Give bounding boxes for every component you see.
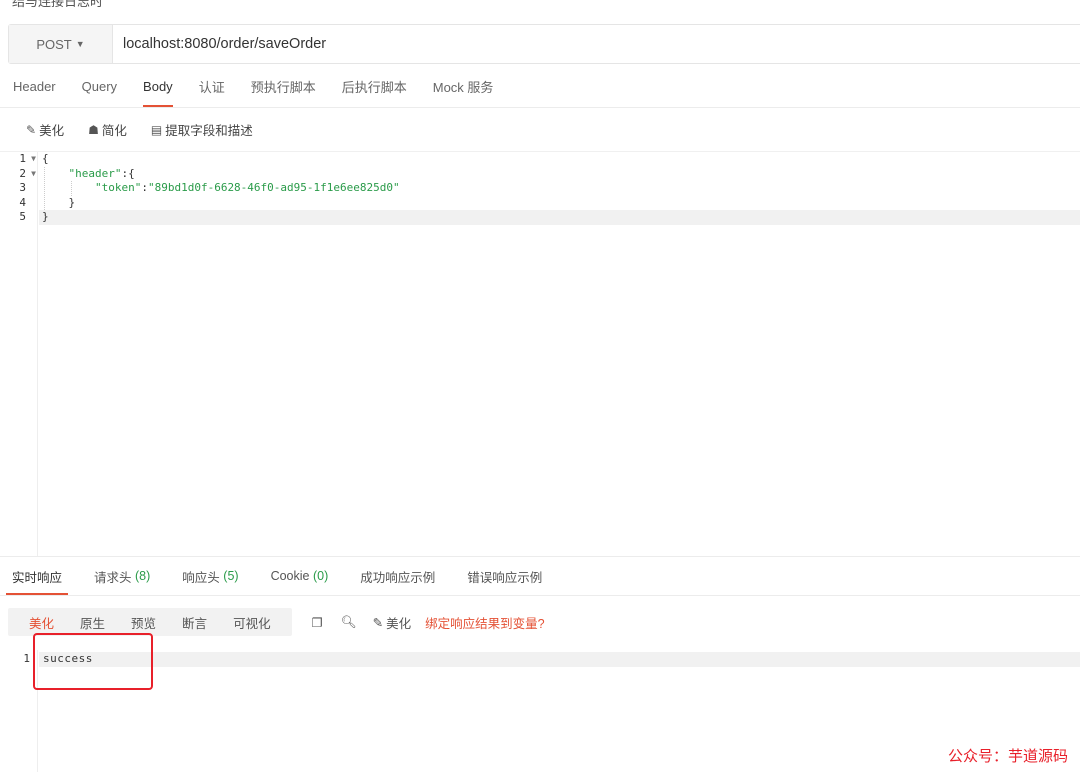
- watermark: 公众号：芋道源码: [947, 747, 1068, 765]
- tab-header[interactable]: Header: [0, 66, 69, 107]
- tab-response-headers[interactable]: 响应头 (5): [170, 557, 250, 595]
- red-highlight-annotation: [33, 633, 153, 690]
- url-input[interactable]: localhost:8080/order/saveOrder: [113, 36, 326, 52]
- extract-fields-button[interactable]: ▤ 提取字段和描述: [151, 120, 253, 139]
- code-line: }: [42, 210, 49, 223]
- response-line-number: 1: [23, 652, 30, 665]
- response-viewer: 1 success: [0, 650, 1080, 772]
- search-icon[interactable]: 🔍︎: [341, 615, 357, 630]
- fold-arrow-icon[interactable]: ▼: [31, 167, 36, 182]
- view-assert[interactable]: 断言: [169, 613, 220, 632]
- magic-wand-icon: ✎: [372, 615, 384, 630]
- body-editor[interactable]: 1 ▼ 2 ▼ 3 4 5 { "header":{ "token":"89bd1d…: [0, 152, 1080, 556]
- active-line-highlight: [39, 210, 1080, 225]
- response-toolbar: 美化 原生 预览 断言 可视化 ❐ 🔍︎ ✎ 美化 绑定响应结果到变量?: [8, 608, 545, 636]
- gutter-line: 3: [19, 181, 26, 194]
- beautify-label: 美化: [39, 124, 65, 138]
- extract-fields-label: 提取字段和描述: [165, 124, 253, 138]
- tab-error-example[interactable]: 错误响应示例: [455, 557, 554, 595]
- gutter-line: 2 ▼: [19, 166, 36, 182]
- gutter-line: 5: [19, 210, 26, 223]
- view-mode-switch: 美化 原生 预览 断言 可视化: [8, 608, 292, 636]
- code-line: {: [42, 152, 49, 165]
- method-label: POST: [36, 36, 72, 52]
- code-line: }: [68, 195, 76, 209]
- tab-body[interactable]: Body: [130, 66, 186, 107]
- tab-query[interactable]: Query: [69, 66, 130, 107]
- fold-arrow-icon[interactable]: ▼: [31, 152, 36, 167]
- response-tabs: 实时响应 请求头 (8) 响应头 (5) Cookie (0) 成功响应示例 错…: [0, 556, 1080, 596]
- tab-request-headers[interactable]: 请求头 (8): [82, 557, 162, 595]
- copy-icon[interactable]: ❐: [312, 615, 323, 630]
- view-visualize[interactable]: 可视化: [220, 613, 284, 632]
- tab-cookie[interactable]: Cookie (0): [259, 557, 341, 595]
- active-line-highlight: [39, 652, 1080, 667]
- body-toolbar: ✎ 美化 ☗ 简化 ▤ 提取字段和描述: [0, 108, 1080, 152]
- bind-response-link[interactable]: 绑定响应结果到变量?: [425, 613, 544, 632]
- line-gutter: 1 ▼ 2 ▼ 3 4 5: [0, 152, 38, 556]
- beautify-button[interactable]: ✎ 美化: [26, 120, 64, 139]
- view-beautify[interactable]: 美化: [16, 613, 67, 632]
- tab-realtime-response[interactable]: 实时响应: [0, 557, 74, 595]
- magic-wand-icon: ✎: [26, 122, 37, 137]
- tab-mock-service[interactable]: Mock 服务: [420, 66, 507, 107]
- caret-down-icon: ▼: [75, 39, 85, 49]
- tab-pre-script[interactable]: 预执行脚本: [238, 66, 329, 107]
- code-line: "header":{: [68, 166, 135, 180]
- response-beautify-button[interactable]: ✎ 美化: [373, 613, 412, 632]
- method-select[interactable]: POST ▼: [9, 25, 113, 63]
- view-preview[interactable]: 预览: [118, 613, 169, 632]
- view-raw[interactable]: 原生: [67, 613, 118, 632]
- tab-auth[interactable]: 认证: [186, 66, 238, 107]
- gutter-line: 1 ▼: [19, 152, 36, 167]
- gutter-line: 4: [19, 195, 26, 209]
- request-tabs: Header Query Body 认证 预执行脚本 后执行脚本 Mock 服务: [0, 66, 1080, 108]
- cut-off-header-text: 结与连接日志时: [12, 0, 104, 9]
- code-line: "token":"89bd1d0f-6628-46f0-ad95-1f1e6ee…: [94, 181, 400, 194]
- document-icon: ▤: [150, 122, 163, 137]
- simplify-button[interactable]: ☗ 简化: [88, 120, 127, 139]
- tab-post-script[interactable]: 后执行脚本: [329, 66, 420, 107]
- tab-success-example[interactable]: 成功响应示例: [348, 557, 447, 595]
- sitemap-icon: ☗: [88, 122, 99, 137]
- url-bar: POST ▼ localhost:8080/order/saveOrder: [8, 24, 1080, 64]
- simplify-label: 简化: [101, 124, 127, 138]
